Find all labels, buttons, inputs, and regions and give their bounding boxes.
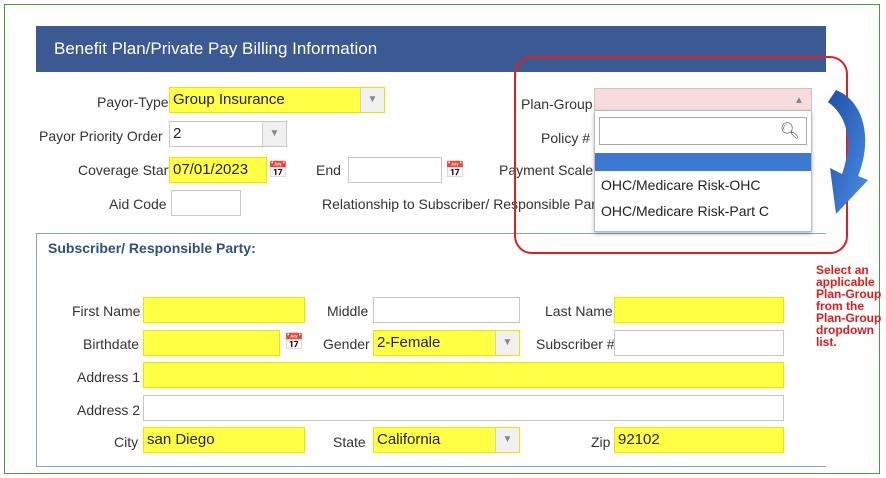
payor-priority-select[interactable]: 2 ▼ (169, 121, 287, 147)
chevron-down-icon[interactable]: ▼ (495, 428, 519, 452)
birthdate-label: Birthdate (83, 336, 140, 352)
instruction-note: Select an applicable Plan-Group from the… (816, 263, 882, 349)
curved-arrow-icon (828, 90, 868, 214)
calendar-icon[interactable]: 📅 (445, 160, 465, 182)
state-select[interactable]: California ▼ (373, 427, 520, 453)
chevron-down-icon[interactable]: ▼ (360, 88, 384, 112)
highlight-box (514, 56, 848, 254)
last-name-label: Last Name (545, 303, 613, 319)
zip-input[interactable]: 92102 (614, 427, 784, 453)
first-name-input[interactable] (143, 297, 305, 323)
city-value: san Diego (147, 431, 215, 448)
coverage-start-value: 07/01/2023 (173, 161, 249, 178)
coverage-start-input[interactable]: 07/01/2023 (169, 157, 267, 183)
payor-priority-value: 2 (173, 125, 182, 142)
payor-type-select[interactable]: Group Insurance ▼ (169, 87, 385, 113)
first-name-label: First Name (72, 303, 141, 319)
gender-value: 2-Female (377, 334, 441, 351)
address2-input[interactable] (143, 395, 784, 421)
birthdate-input[interactable] (143, 330, 280, 356)
zip-value: 92102 (618, 431, 660, 448)
last-name-input[interactable] (614, 297, 784, 323)
chevron-down-icon[interactable]: ▼ (495, 331, 519, 355)
subscriber-section-title: Subscriber/ Responsible Party: (46, 240, 262, 256)
aid-code-label: Aid Code (109, 196, 167, 212)
middle-name-input[interactable] (373, 297, 520, 323)
subscriber-number-label: Subscriber # (536, 336, 615, 352)
gender-label: Gender (323, 336, 370, 352)
payor-type-label: Payor-Type (97, 94, 169, 110)
end-label: End (316, 162, 341, 178)
city-input[interactable]: san Diego (143, 427, 305, 453)
gender-select[interactable]: 2-Female ▼ (373, 330, 520, 356)
coverage-start-label: Coverage Start (78, 162, 173, 178)
chevron-down-icon[interactable]: ▼ (262, 122, 286, 146)
address1-label: Address 1 (77, 369, 141, 385)
middle-label: Middle (327, 303, 369, 319)
payor-type-value: Group Insurance (173, 91, 285, 108)
end-date-input[interactable] (348, 157, 442, 183)
calendar-icon[interactable]: 📅 (268, 160, 288, 182)
payor-priority-label: Payor Priority Order (39, 128, 163, 144)
address2-label: Address 2 (77, 402, 141, 418)
subscriber-number-input[interactable] (614, 330, 784, 356)
calendar-icon[interactable]: 📅 (284, 332, 304, 354)
city-label: City (114, 434, 139, 450)
zip-label: Zip (591, 434, 611, 450)
aid-code-input[interactable] (171, 190, 241, 216)
state-value: California (377, 431, 441, 448)
address1-input[interactable] (143, 362, 784, 388)
state-label: State (333, 434, 366, 450)
